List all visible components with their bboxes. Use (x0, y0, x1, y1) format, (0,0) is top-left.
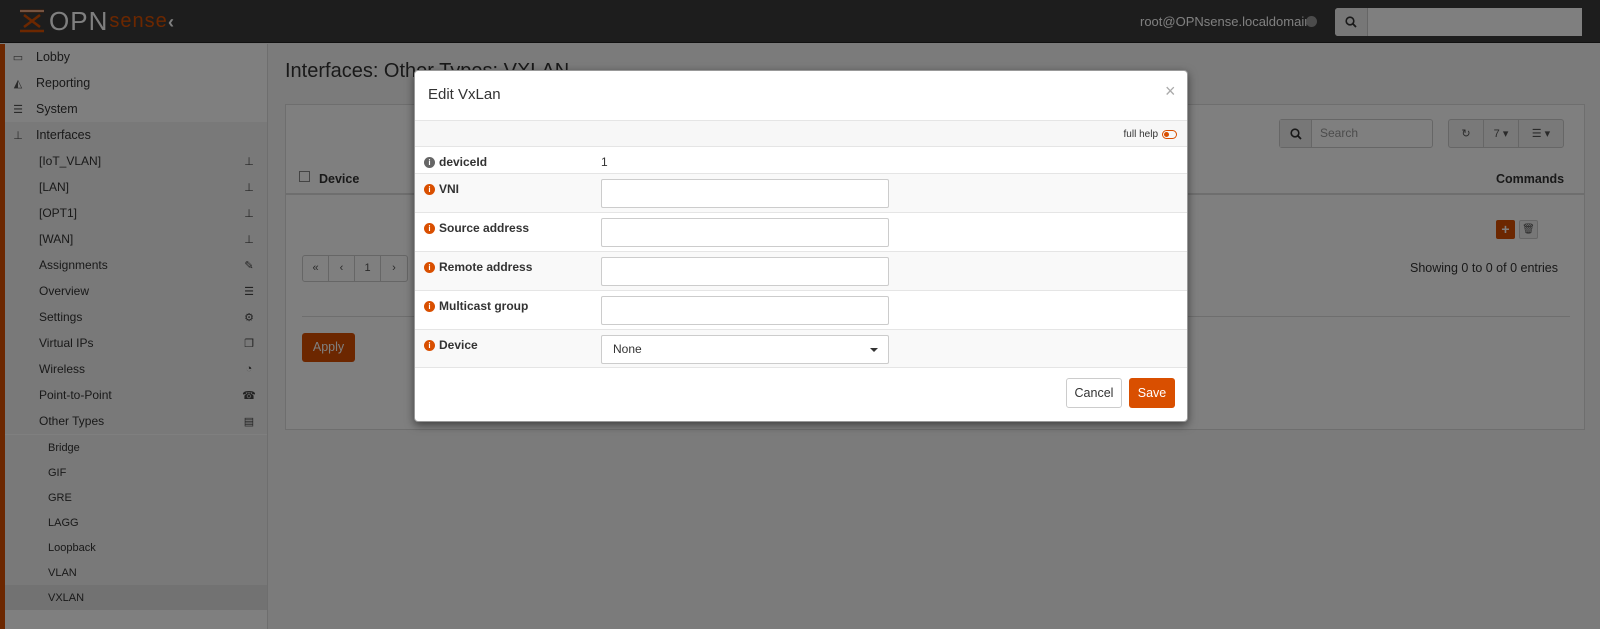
close-icon[interactable]: × (1165, 81, 1176, 102)
field-label-text: Device (439, 338, 478, 352)
form-row-source-address: i Source address (415, 213, 1187, 252)
field-label-text: VNI (439, 182, 460, 196)
full-help-toggle[interactable]: full help (1124, 129, 1177, 140)
info-icon[interactable]: i (424, 300, 435, 312)
field-label-multicast-group: i Multicast group (424, 299, 528, 313)
toggle-icon[interactable] (1162, 130, 1177, 139)
info-icon[interactable]: i (424, 222, 435, 234)
deviceid-value: 1 (601, 155, 608, 169)
edit-vxlan-dialog: Edit VxLan × full help i deviceId 1 i VNI … (414, 70, 1188, 422)
form-row-multicast-group: i Multicast group (415, 291, 1187, 330)
modal-header: Edit VxLan × (415, 71, 1187, 121)
field-label-vni: i VNI (424, 182, 459, 196)
field-label-text: Source address (439, 221, 530, 235)
field-label-text: Remote address (439, 260, 533, 274)
field-label-device: i Device (424, 338, 478, 352)
form-row-remote-address: i Remote address (415, 252, 1187, 291)
modal-title: Edit VxLan (428, 86, 501, 103)
source-address-input[interactable] (601, 218, 889, 247)
field-label-text: deviceId (439, 155, 488, 169)
info-icon[interactable]: i (424, 183, 435, 195)
form-row-device: i Device None (415, 330, 1187, 368)
field-label-source-address: i Source address (424, 221, 529, 235)
device-select-value: None (613, 342, 642, 356)
info-icon[interactable]: i (424, 156, 435, 168)
device-select[interactable]: None (601, 335, 889, 364)
field-label-remote-address: i Remote address (424, 260, 532, 274)
vni-input[interactable] (601, 179, 889, 208)
form-row-deviceid: i deviceId 1 (415, 147, 1187, 174)
help-bar: full help (415, 121, 1187, 147)
full-help-label: full help (1123, 129, 1158, 140)
cancel-button[interactable]: Cancel (1066, 378, 1122, 408)
field-label-text: Multicast group (439, 299, 529, 313)
info-icon[interactable]: i (424, 339, 435, 351)
remote-address-input[interactable] (601, 257, 889, 286)
form-row-vni: i VNI (415, 174, 1187, 213)
save-button[interactable]: Save (1129, 378, 1175, 408)
caret-down-icon (870, 348, 878, 352)
multicast-group-input[interactable] (601, 296, 889, 325)
modal-footer: Cancel Save (415, 367, 1187, 423)
field-label-deviceid: i deviceId (424, 155, 487, 169)
info-icon[interactable]: i (424, 261, 435, 273)
